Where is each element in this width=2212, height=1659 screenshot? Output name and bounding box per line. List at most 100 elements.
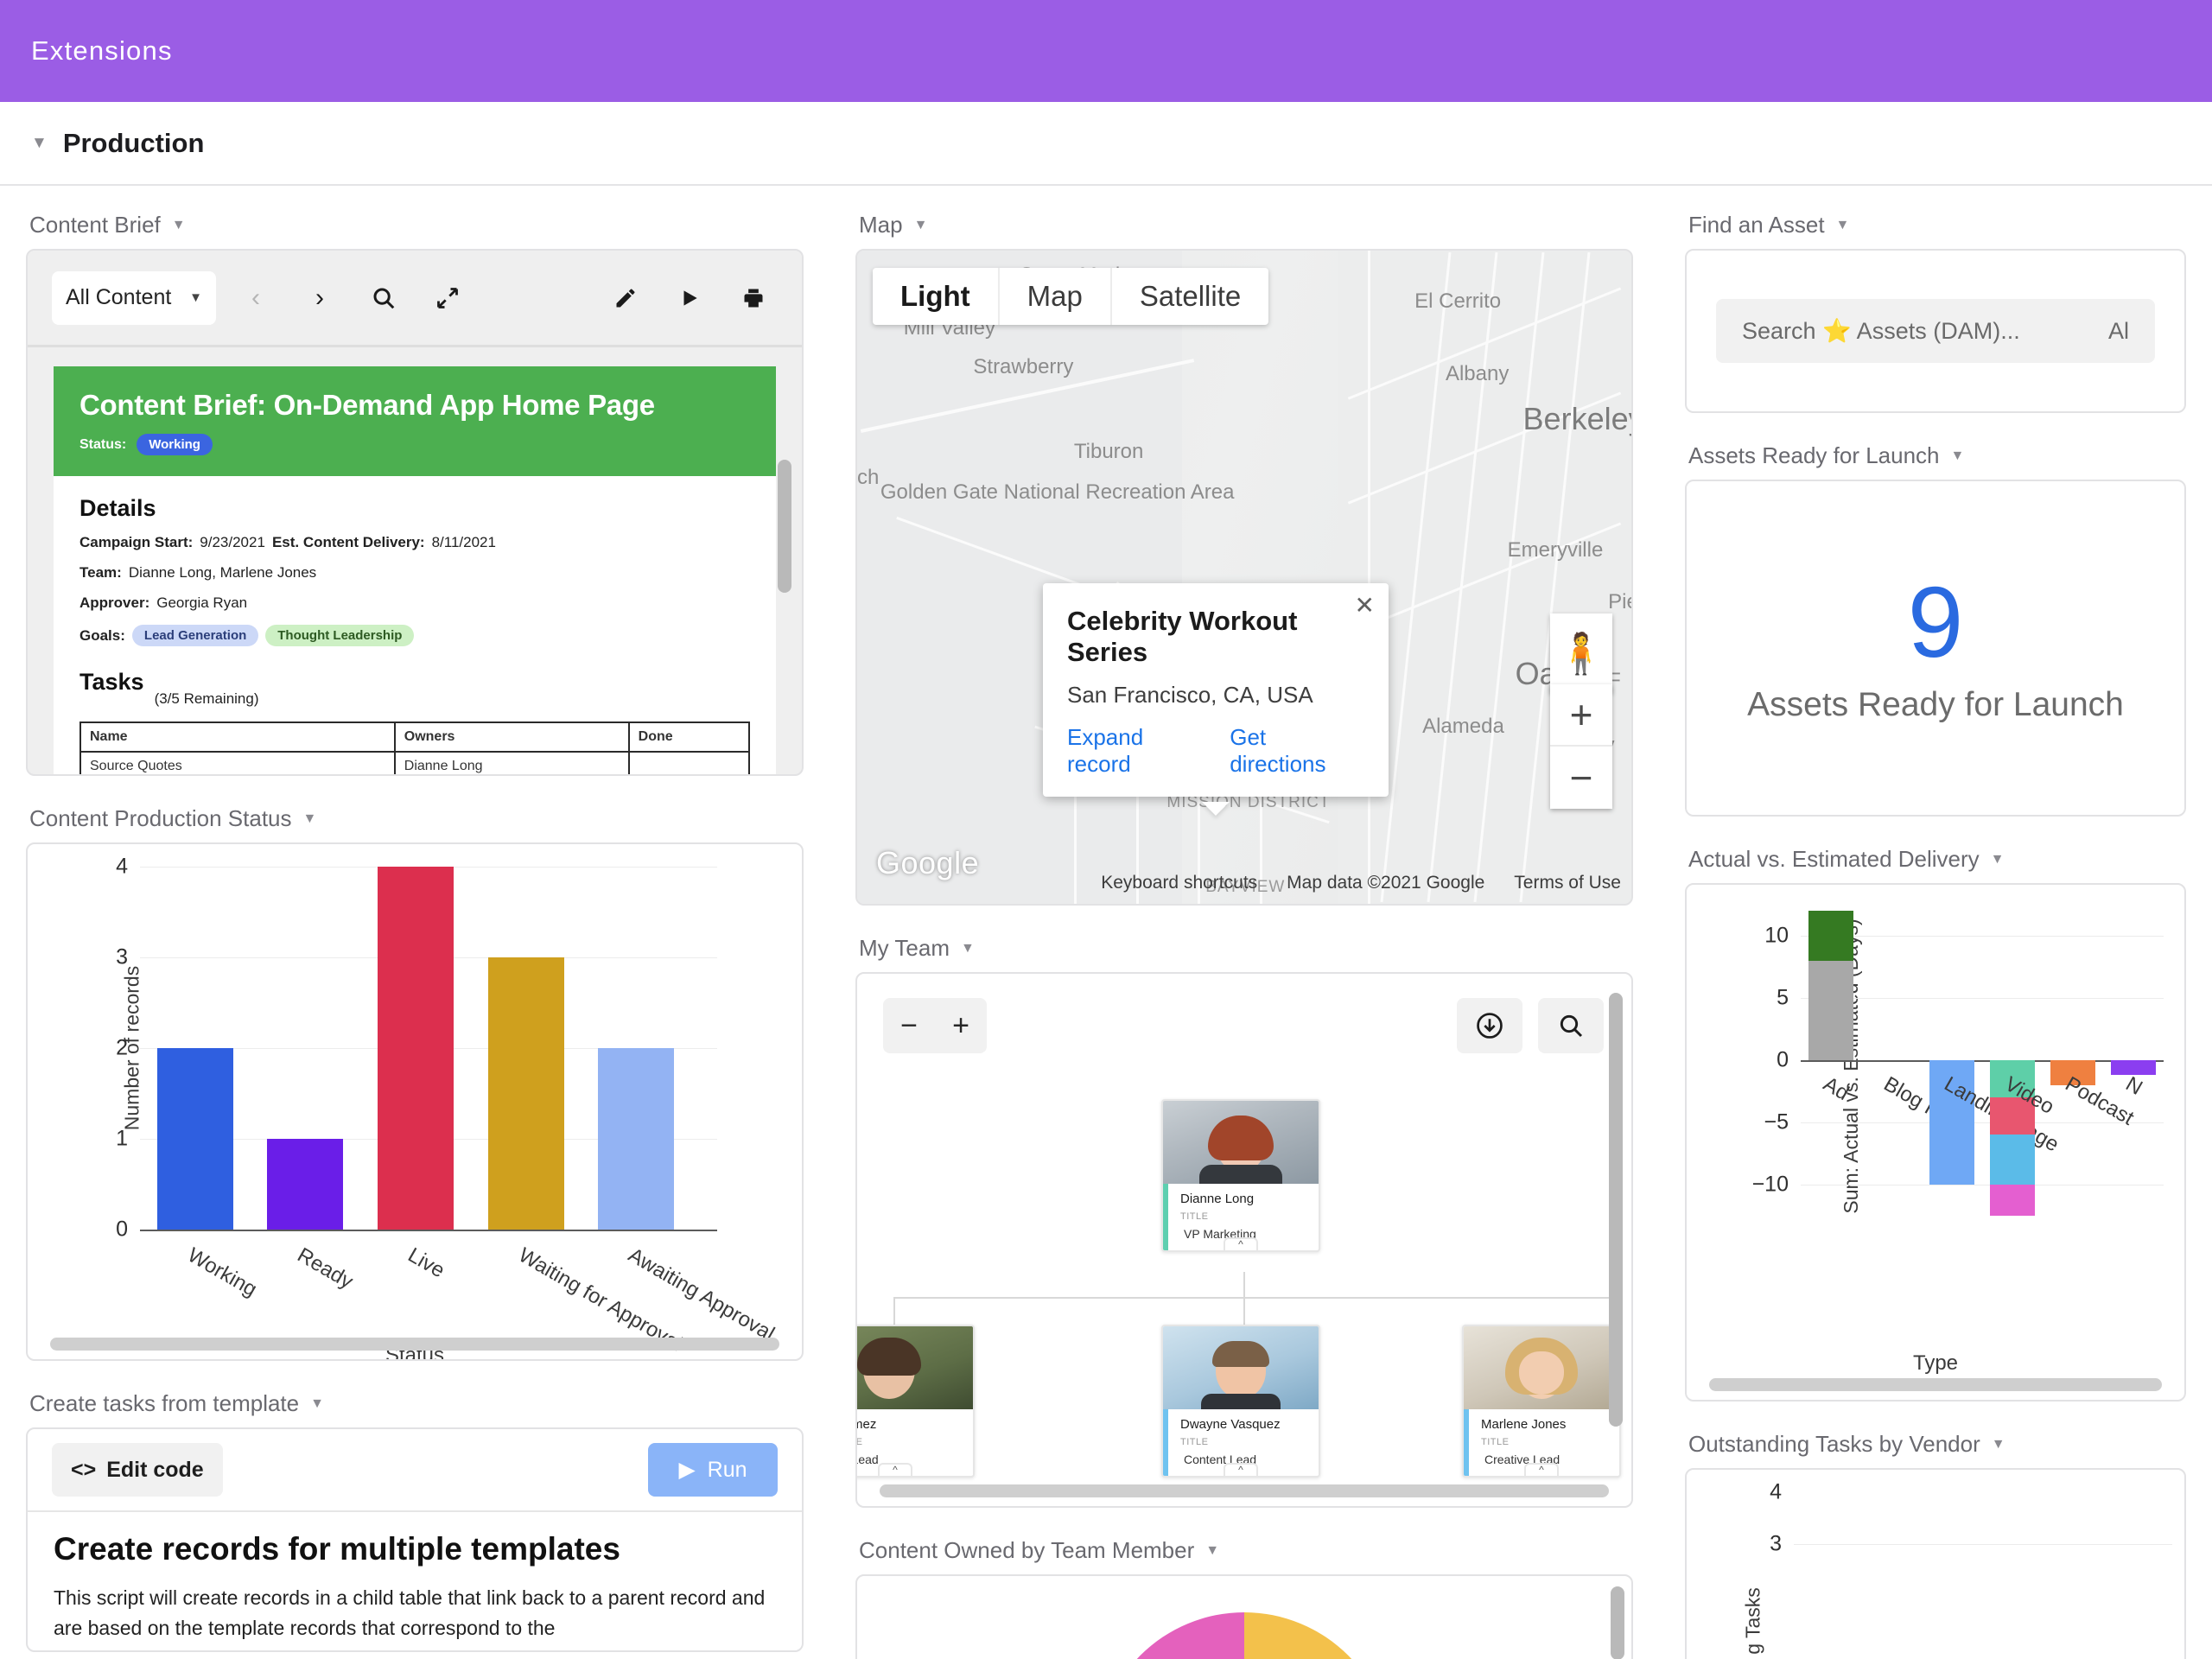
brief-status-line: Status: Working: [79, 434, 750, 455]
org-vertical-scrollbar[interactable]: [1609, 993, 1623, 1465]
chevron-down-icon[interactable]: ▼: [1951, 448, 1965, 463]
tasks-remaining: (3/5 Remaining): [154, 690, 259, 707]
stacked-bar[interactable]: Video: [1990, 911, 2058, 1222]
chevron-down-icon[interactable]: ▼: [1205, 1543, 1219, 1558]
bar-segment[interactable]: [1990, 1184, 2035, 1216]
run-button[interactable]: ▶ Run: [648, 1443, 778, 1497]
map-mode-satellite[interactable]: Satellite: [1112, 268, 1268, 325]
edit-code-button[interactable]: <> Edit code: [52, 1443, 223, 1497]
delivery-horizontal-scrollbar[interactable]: [1709, 1378, 2162, 1391]
search-icon[interactable]: [1538, 998, 1604, 1053]
vendor-header[interactable]: Outstanding Tasks by Vendor ▼: [1685, 1424, 2186, 1468]
org-zoom-out-button[interactable]: −: [883, 1009, 935, 1043]
detail-row-goals: Goals: Lead Generation Thought Leadershi…: [79, 625, 750, 646]
chevron-down-icon[interactable]: ▼: [310, 1396, 324, 1411]
org-node-child[interactable]: Dwayne Vasquez TITLE Content Lead ^: [1161, 1325, 1320, 1478]
stacked-bar[interactable]: Blog Post: [1869, 911, 1967, 1222]
content-brief-header[interactable]: Content Brief ▼: [26, 205, 804, 249]
pie-chart: [1097, 1612, 1391, 1659]
org-node-root[interactable]: Dianne Long TITLE VP Marketing ^: [1161, 1099, 1320, 1252]
brief-banner: Content Brief: On-Demand App Home Page S…: [54, 366, 776, 476]
zoom-out-button[interactable]: −: [1550, 747, 1612, 809]
map-zoom-controls[interactable]: + −: [1550, 684, 1612, 809]
map-mode-switcher[interactable]: Light Map Satellite: [873, 268, 1269, 325]
download-circle-icon[interactable]: [1457, 998, 1522, 1053]
y-axis-tick: −5: [1764, 1109, 1789, 1135]
org-node-collapse-icon[interactable]: ^: [878, 1463, 912, 1476]
play-icon[interactable]: [665, 274, 714, 322]
zoom-in-button[interactable]: +: [1550, 684, 1612, 747]
chevron-down-icon[interactable]: ▼: [303, 811, 317, 826]
printer-icon[interactable]: [729, 274, 778, 322]
pegman-icon[interactable]: 🧍: [1550, 613, 1612, 693]
asset-search-input[interactable]: Search ⭐ Assets (DAM)... Al: [1716, 299, 2155, 363]
chevron-down-icon[interactable]: ▼: [1991, 852, 2005, 867]
stacked-bar[interactable]: Landing Page: [1929, 911, 2063, 1222]
terms-of-use-link[interactable]: Terms of Use: [1514, 873, 1621, 893]
org-node-child[interactable]: Gomez TITLE M Lead ^: [855, 1325, 975, 1478]
left-column: Content Brief ▼ All Content ▼ ‹ › Conten…: [0, 205, 830, 1659]
bar[interactable]: [377, 867, 454, 1230]
org-node-meta: Gomez TITLE M Lead: [855, 1409, 973, 1476]
stacked-bar[interactable]: N: [2111, 911, 2156, 1222]
script-header[interactable]: Create tasks from template ▼: [26, 1383, 804, 1427]
y-axis-tick: 0: [116, 1217, 128, 1242]
production-status-header[interactable]: Content Production Status ▼: [26, 798, 804, 842]
bar-segment[interactable]: [1808, 911, 1853, 961]
org-node-child[interactable]: Marlene Jones TITLE Creative Lead ^: [1462, 1325, 1621, 1478]
approver-label: Approver:: [79, 594, 150, 611]
expand-icon[interactable]: [423, 274, 472, 322]
org-zoom-controls[interactable]: − +: [883, 998, 987, 1053]
expand-record-link[interactable]: Expand record: [1067, 724, 1209, 778]
chevron-down-icon[interactable]: ▼: [172, 218, 186, 232]
delivery-header[interactable]: Actual vs. Estimated Delivery ▼: [1685, 839, 2186, 883]
org-zoom-in-button[interactable]: +: [935, 1009, 987, 1043]
bar[interactable]: [267, 1139, 344, 1230]
map-mode-map[interactable]: Map: [1000, 268, 1112, 325]
bar-segment[interactable]: [1990, 1135, 2035, 1185]
org-node-collapse-icon[interactable]: ^: [1224, 1463, 1258, 1476]
delivery-chart: Sum: Actual vs. Estimated (Days) −10 −5 0 5…: [1752, 911, 2164, 1222]
section-collapse-caret-icon[interactable]: ▼: [31, 135, 48, 151]
section-header[interactable]: ▼ Production: [0, 102, 2212, 186]
pencil-icon[interactable]: [601, 274, 650, 322]
org-node-collapse-icon[interactable]: ^: [1224, 1237, 1258, 1250]
map-mode-light[interactable]: Light: [873, 268, 1000, 325]
vertical-scrollbar[interactable]: [778, 460, 791, 749]
bar[interactable]: [487, 957, 564, 1230]
production-status-title: Content Production Status: [29, 805, 292, 831]
content-filter-select[interactable]: All Content ▼: [52, 270, 216, 325]
org-horizontal-scrollbar[interactable]: [880, 1484, 1609, 1497]
chevron-down-icon[interactable]: ▼: [1992, 1437, 2005, 1452]
chevron-down-icon[interactable]: ▼: [914, 218, 928, 232]
stacked-bar[interactable]: Podcast: [2050, 911, 2138, 1222]
bar-slot: Waiting for Approval: [471, 867, 686, 1356]
org-node-collapse-icon[interactable]: ^: [1524, 1463, 1559, 1476]
assets-ready-header[interactable]: Assets Ready for Launch ▼: [1685, 435, 2186, 480]
bar-slot: Working: [140, 867, 261, 1301]
prev-record-button[interactable]: ‹: [232, 274, 280, 322]
find-asset-header[interactable]: Find an Asset ▼: [1685, 205, 2186, 249]
search-icon[interactable]: [359, 274, 408, 322]
map-canvas[interactable]: Santa Madera Mill Valley Strawberry Tibu…: [857, 251, 1631, 904]
bar[interactable]: [156, 1048, 233, 1230]
org-node-title-label: TITLE: [855, 1437, 863, 1447]
bar[interactable]: [598, 1048, 675, 1230]
horizontal-scrollbar[interactable]: [50, 1338, 779, 1351]
pie-vertical-scrollbar[interactable]: [1611, 1586, 1624, 1659]
bar-segment[interactable]: [1808, 960, 1853, 1060]
get-directions-link[interactable]: Get directions: [1230, 724, 1364, 778]
delivery-title: Actual vs. Estimated Delivery: [1688, 846, 1980, 872]
map-card[interactable]: Santa Madera Mill Valley Strawberry Tibu…: [855, 249, 1633, 906]
next-record-button[interactable]: ›: [296, 274, 344, 322]
map-header[interactable]: Map ▼: [855, 205, 1633, 249]
chevron-down-icon[interactable]: ▼: [961, 941, 975, 956]
stacked-bar[interactable]: Ad: [1808, 911, 1853, 1222]
status-badge: Working: [137, 434, 213, 455]
content-owned-header[interactable]: Content Owned by Team Member ▼: [855, 1530, 1633, 1574]
keyboard-shortcuts-link[interactable]: Keyboard shortcuts: [1101, 873, 1257, 893]
widget-content-owned: Content Owned by Team Member ▼: [855, 1530, 1633, 1659]
close-icon[interactable]: ✕: [1355, 594, 1375, 618]
chevron-down-icon[interactable]: ▼: [1836, 218, 1850, 232]
my-team-header[interactable]: My Team ▼: [855, 928, 1633, 972]
